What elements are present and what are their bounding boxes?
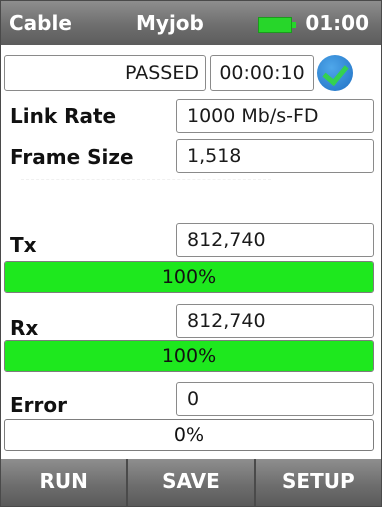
save-button[interactable]: SAVE xyxy=(128,459,256,506)
job-name: Myjob xyxy=(136,11,204,35)
tx-count-field: 812,740 xyxy=(176,223,374,257)
error-progress-bar: 0% xyxy=(4,419,374,451)
error-label: Error xyxy=(10,393,67,417)
tester-screen: Cable Myjob 01:00 PASSED 00:00:10 Link R… xyxy=(0,0,382,507)
cable-title: Cable xyxy=(9,11,72,35)
run-button[interactable]: RUN xyxy=(1,459,129,506)
bottom-toolbar: RUN SAVE SETUP xyxy=(1,459,381,506)
error-count-field: 0 xyxy=(176,382,374,416)
check-circle-icon xyxy=(317,55,353,91)
frame-size-field: 1,518 xyxy=(176,139,374,173)
rx-label: Rx xyxy=(10,316,39,340)
title-bar: Cable Myjob 01:00 xyxy=(1,1,381,45)
rx-count-field: 812,740 xyxy=(176,304,374,338)
link-rate-label: Link Rate xyxy=(10,104,117,128)
battery-full-icon xyxy=(258,17,296,33)
error-percent: 0% xyxy=(173,424,205,446)
tx-percent: 100% xyxy=(161,266,217,288)
divider xyxy=(21,179,271,188)
link-rate-field: 1000 Mb/s-FD xyxy=(176,99,374,133)
tx-label: Tx xyxy=(10,233,37,257)
elapsed-time-field: 00:00:10 xyxy=(210,55,314,91)
clock: 01:00 xyxy=(305,11,369,35)
tx-progress-bar: 100% xyxy=(4,261,374,293)
setup-button[interactable]: SETUP xyxy=(256,459,381,506)
test-result-field: PASSED xyxy=(4,55,206,91)
rx-percent: 100% xyxy=(161,345,217,367)
rx-progress-bar: 100% xyxy=(4,340,374,372)
frame-size-label: Frame Size xyxy=(10,145,134,169)
